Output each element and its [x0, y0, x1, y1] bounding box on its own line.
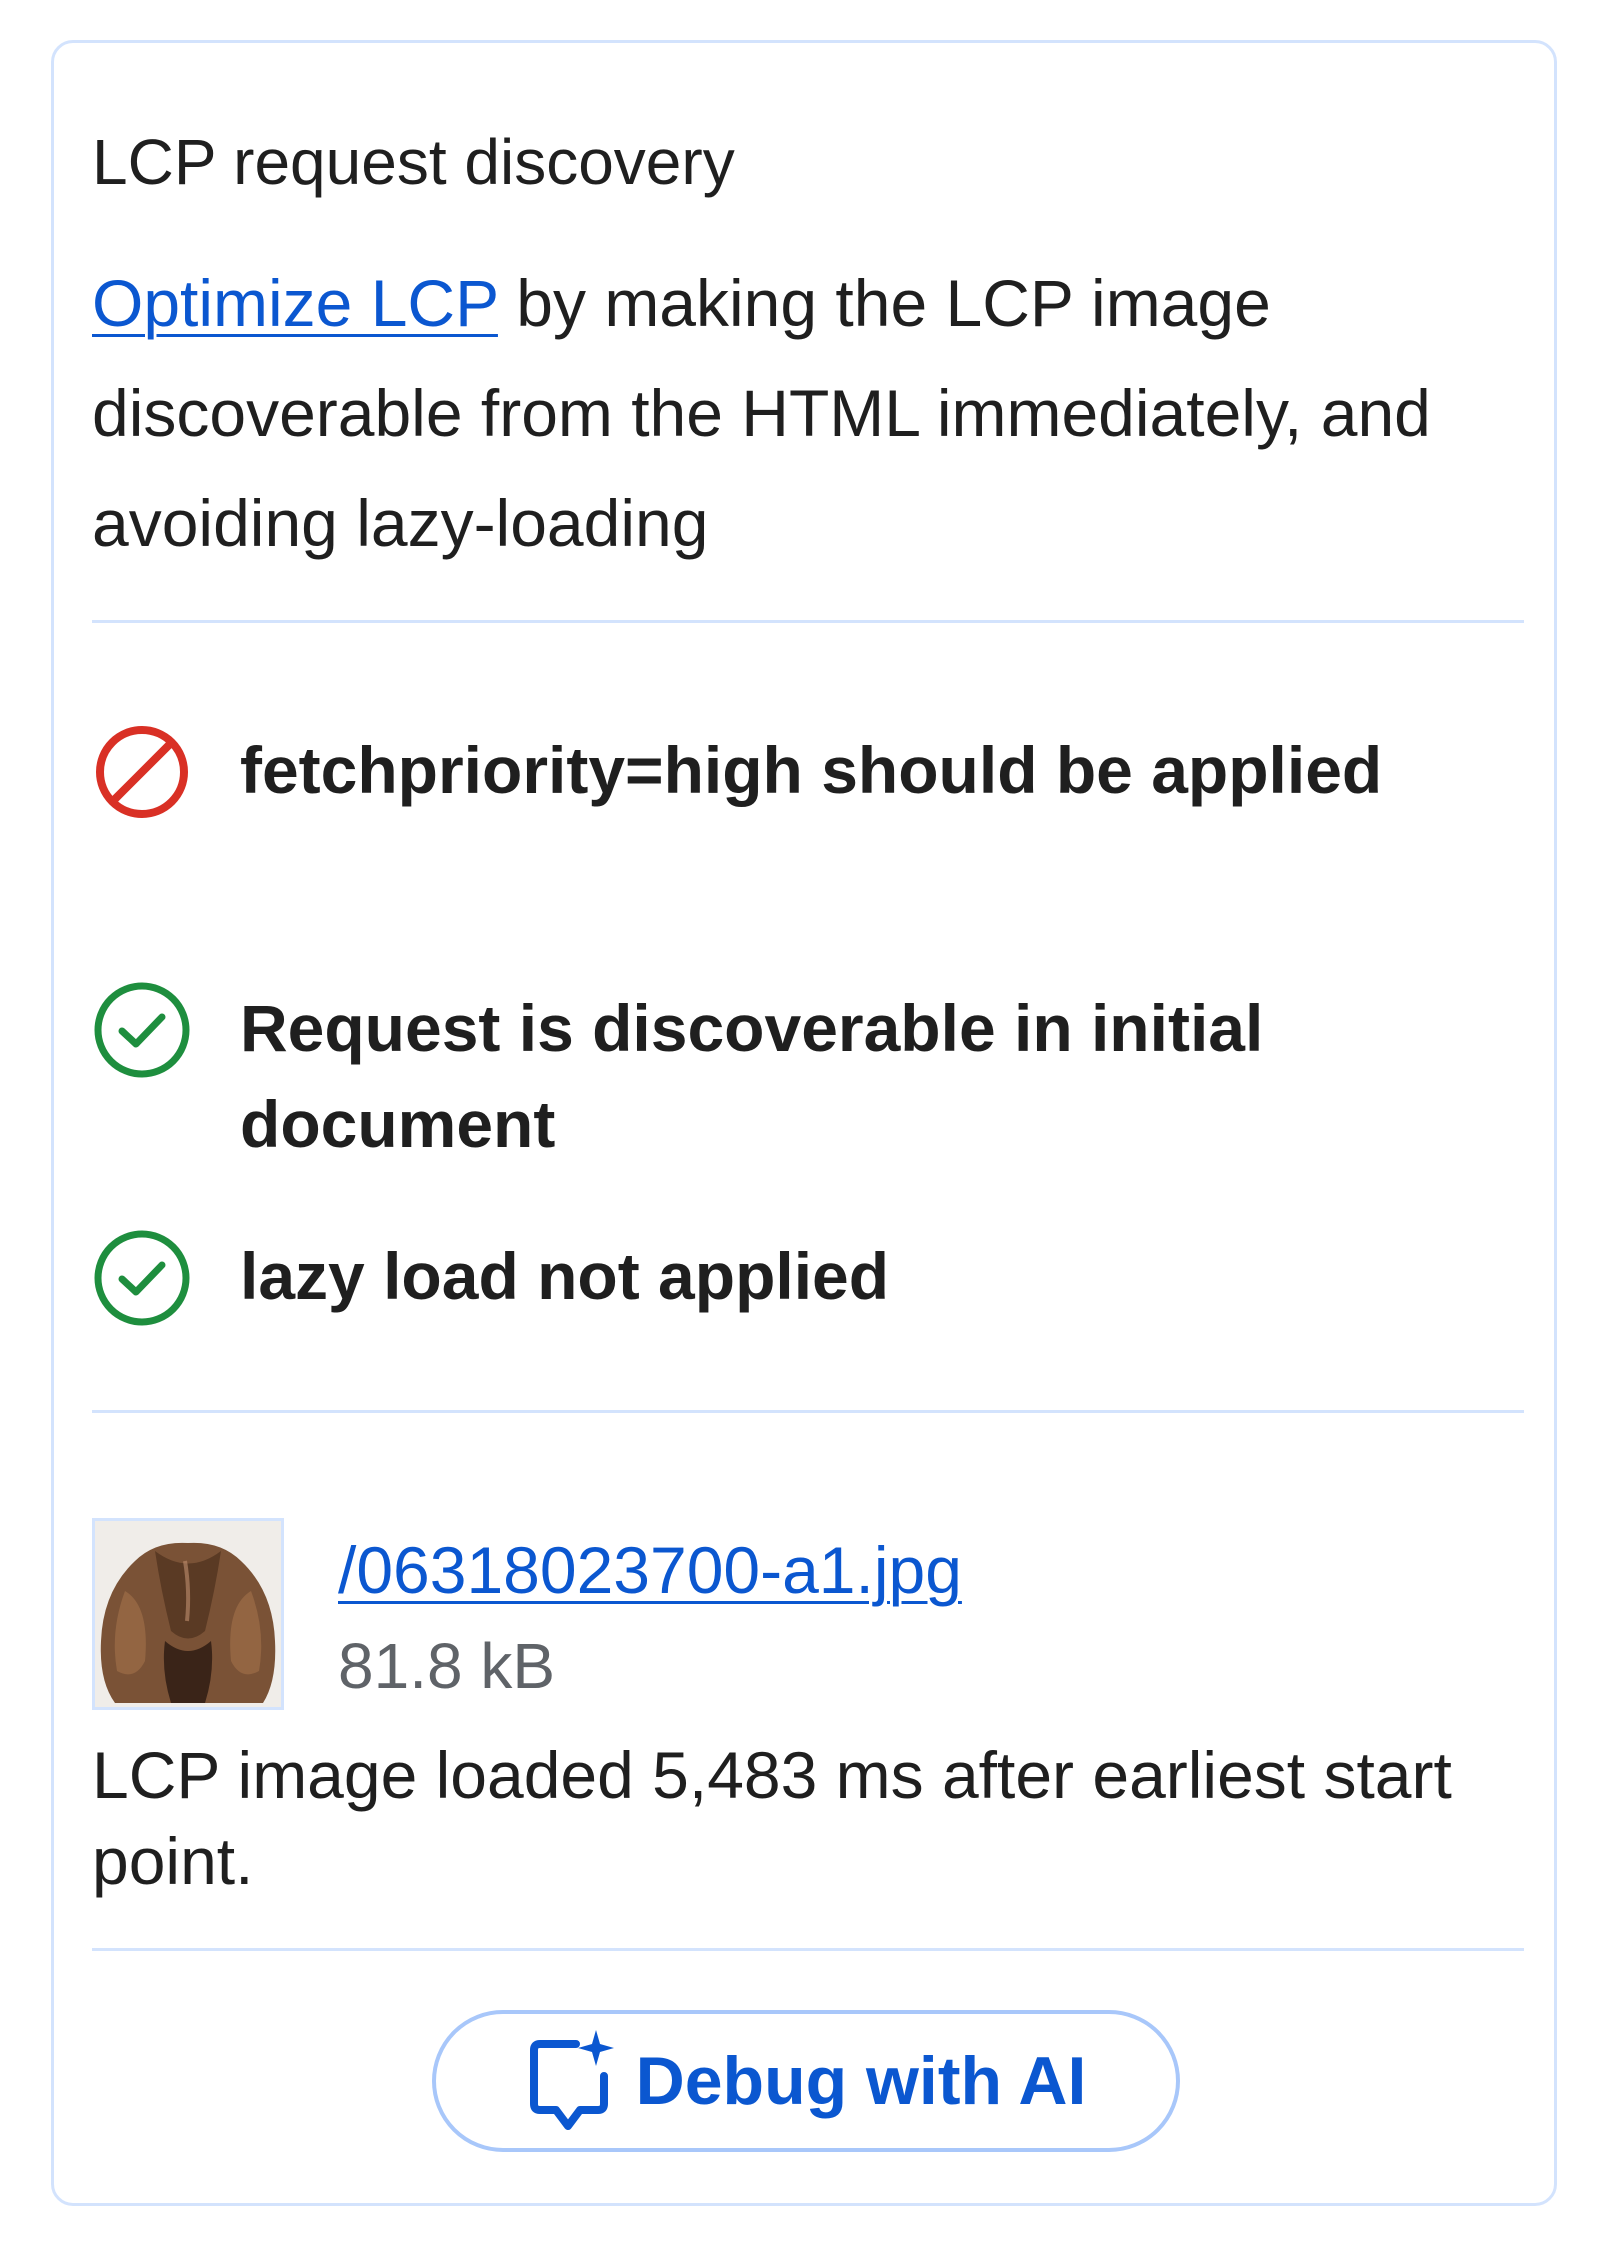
- check-circle-icon: [92, 1228, 200, 1328]
- divider: [92, 620, 1524, 623]
- debug-with-ai-button[interactable]: Debug with AI: [432, 2010, 1180, 2152]
- card-description: Optimize LCP by making the LCP image dis…: [92, 248, 1532, 578]
- debug-button-label: Debug with AI: [635, 2043, 1087, 2119]
- lcp-summary-text: LCP image loaded 5,483 ms after earliest…: [92, 1738, 1452, 1898]
- check-item-lazy-load: lazy load not applied: [92, 1228, 1520, 1328]
- lcp-image-file-link[interactable]: /06318023700-a1.jpg: [338, 1528, 962, 1612]
- optimize-lcp-link[interactable]: Optimize LCP: [92, 266, 498, 340]
- divider: [92, 1948, 1524, 1951]
- check-item-discoverable: Request is discoverable in initial docum…: [92, 980, 1520, 1172]
- card-title: LCP request discovery: [92, 126, 735, 198]
- check-label: Request is discoverable in initial docum…: [240, 991, 1264, 1161]
- divider: [92, 1410, 1524, 1413]
- ai-chat-sparkle-icon: [526, 2026, 618, 2136]
- check-label: fetchpriority=high should be applied: [240, 733, 1383, 807]
- fur-coat-thumbnail: [95, 1521, 281, 1707]
- lcp-image-thumbnail: [92, 1518, 284, 1710]
- file-size: 81.8 kB: [338, 1630, 556, 1702]
- check-label: lazy load not applied: [240, 1239, 890, 1313]
- check-item-fetchpriority: fetchpriority=high should be applied: [92, 722, 1520, 822]
- blocked-icon: [92, 722, 200, 822]
- check-circle-icon: [92, 980, 200, 1080]
